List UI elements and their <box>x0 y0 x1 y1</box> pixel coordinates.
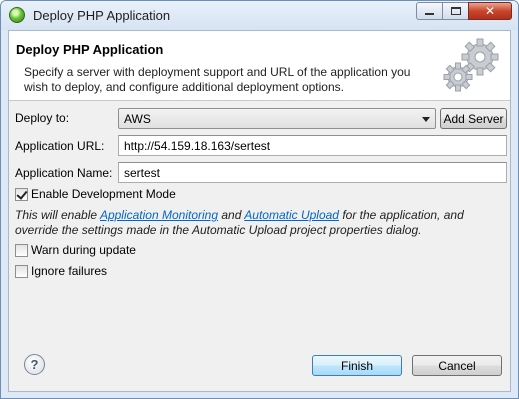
info-text-part: and <box>218 208 245 222</box>
ignore-failures-checkbox[interactable] <box>15 265 28 278</box>
help-icon[interactable]: ? <box>24 354 45 375</box>
window-title: Deploy PHP Application <box>33 8 171 23</box>
maximize-button[interactable] <box>442 2 468 20</box>
header-description: Specify a server with deployment support… <box>24 65 411 94</box>
enable-dev-mode-label[interactable]: Enable Development Mode <box>31 187 176 201</box>
application-name-label: Application Name: <box>15 166 113 180</box>
deploy-to-label: Deploy to: <box>15 111 70 125</box>
automatic-upload-link[interactable]: Automatic Upload <box>244 208 339 222</box>
enable-dev-mode-checkbox[interactable] <box>15 188 28 201</box>
minimize-icon <box>425 13 434 15</box>
deploy-to-value: AWS <box>124 112 151 126</box>
add-server-button[interactable]: Add Server <box>440 108 507 129</box>
cancel-button[interactable]: Cancel <box>412 355 502 376</box>
close-icon: ✕ <box>484 4 496 18</box>
caption-buttons: ✕ <box>416 2 512 22</box>
gears-icon <box>443 38 499 92</box>
title-bar[interactable]: Deploy PHP Application ✕ <box>1 1 518 30</box>
application-url-field[interactable]: http://54.159.18.163/sertest <box>118 135 507 156</box>
app-icon <box>9 7 25 23</box>
dialog-content: Deploy PHP Application Specify a server … <box>8 30 511 392</box>
warn-during-update-checkbox[interactable] <box>15 244 28 257</box>
application-monitoring-link[interactable]: Application Monitoring <box>100 208 218 222</box>
deploy-to-select[interactable]: AWS <box>118 108 436 129</box>
info-text-part: This will enable <box>15 208 100 222</box>
dropdown-arrow-icon <box>422 117 430 122</box>
finish-button[interactable]: Finish <box>312 355 402 376</box>
wizard-header: Deploy PHP Application Specify a server … <box>9 31 510 101</box>
application-name-field[interactable]: sertest <box>118 162 507 183</box>
dev-mode-info-text: This will enable Application Monitoring … <box>15 208 505 238</box>
application-url-label: Application URL: <box>15 139 105 153</box>
maximize-icon <box>450 7 461 15</box>
ignore-failures-label[interactable]: Ignore failures <box>31 264 107 278</box>
warn-during-update-label[interactable]: Warn during update <box>31 243 136 257</box>
minimize-button[interactable] <box>416 2 442 20</box>
dialog-window: Deploy PHP Application ✕ Deploy PHP Appl… <box>0 0 519 399</box>
close-button[interactable]: ✕ <box>468 2 512 20</box>
header-title: Deploy PHP Application <box>16 42 164 57</box>
